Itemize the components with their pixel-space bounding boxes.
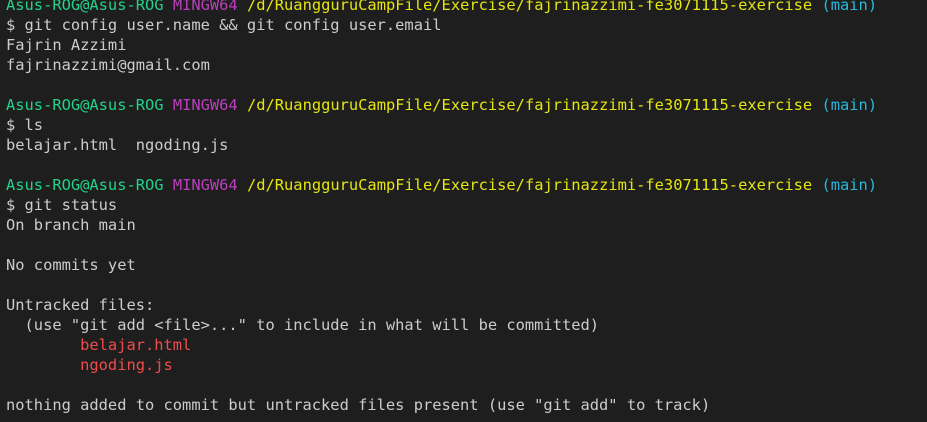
- command-line: $ ls: [6, 116, 44, 134]
- command-line: $ git config user.name && git config use…: [6, 16, 442, 34]
- prompt-branch: (main): [821, 0, 878, 14]
- output-ls: belajar.html ngoding.js: [6, 136, 229, 154]
- output-user-email: fajrinazzimi@gmail.com: [6, 56, 210, 74]
- output-untracked-hint: (use "git add <file>..." to include in w…: [6, 316, 600, 334]
- output-user-name: Fajrin Azzimi: [6, 36, 127, 54]
- prompt-path: /d/RuangguruCampFile/Exercise/fajrinazzi…: [246, 0, 813, 14]
- output-untracked-header: Untracked files:: [6, 296, 155, 314]
- prompt-line-previous: Asus-ROG@Asus-ROG MINGW64 /d/RuangguruCa…: [6, 0, 927, 15]
- output-branch-line: On branch main: [6, 216, 136, 234]
- prompt-line: Asus-ROG@Asus-ROG MINGW64 /d/RuangguruCa…: [6, 175, 927, 195]
- prompt-path: /d/RuangguruCampFile/Exercise/fajrinazzi…: [246, 96, 813, 114]
- prompt-shell: MINGW64: [172, 0, 238, 14]
- untracked-file: belajar.html: [6, 336, 192, 354]
- prompt-user-host: Asus-ROG@Asus-ROG: [6, 0, 164, 14]
- prompt-line: Asus-ROG@Asus-ROG MINGW64 /d/RuangguruCa…: [6, 95, 927, 115]
- prompt-branch: (main): [821, 176, 878, 194]
- prompt-path: /d/RuangguruCampFile/Exercise/fajrinazzi…: [246, 176, 813, 194]
- prompt-shell: MINGW64: [172, 176, 238, 194]
- untracked-file: ngoding.js: [6, 356, 173, 374]
- prompt-user-host: Asus-ROG@Asus-ROG: [6, 176, 164, 194]
- output-no-commits: No commits yet: [6, 256, 136, 274]
- prompt-shell: MINGW64: [172, 96, 238, 114]
- output-summary: nothing added to commit but untracked fi…: [6, 396, 711, 414]
- command-line: $ git status: [6, 196, 118, 214]
- prompt-user-host: Asus-ROG@Asus-ROG: [6, 96, 164, 114]
- terminal-output[interactable]: Asus-ROG@Asus-ROG MINGW64 /d/RuangguruCa…: [0, 0, 927, 422]
- prompt-branch: (main): [821, 96, 878, 114]
